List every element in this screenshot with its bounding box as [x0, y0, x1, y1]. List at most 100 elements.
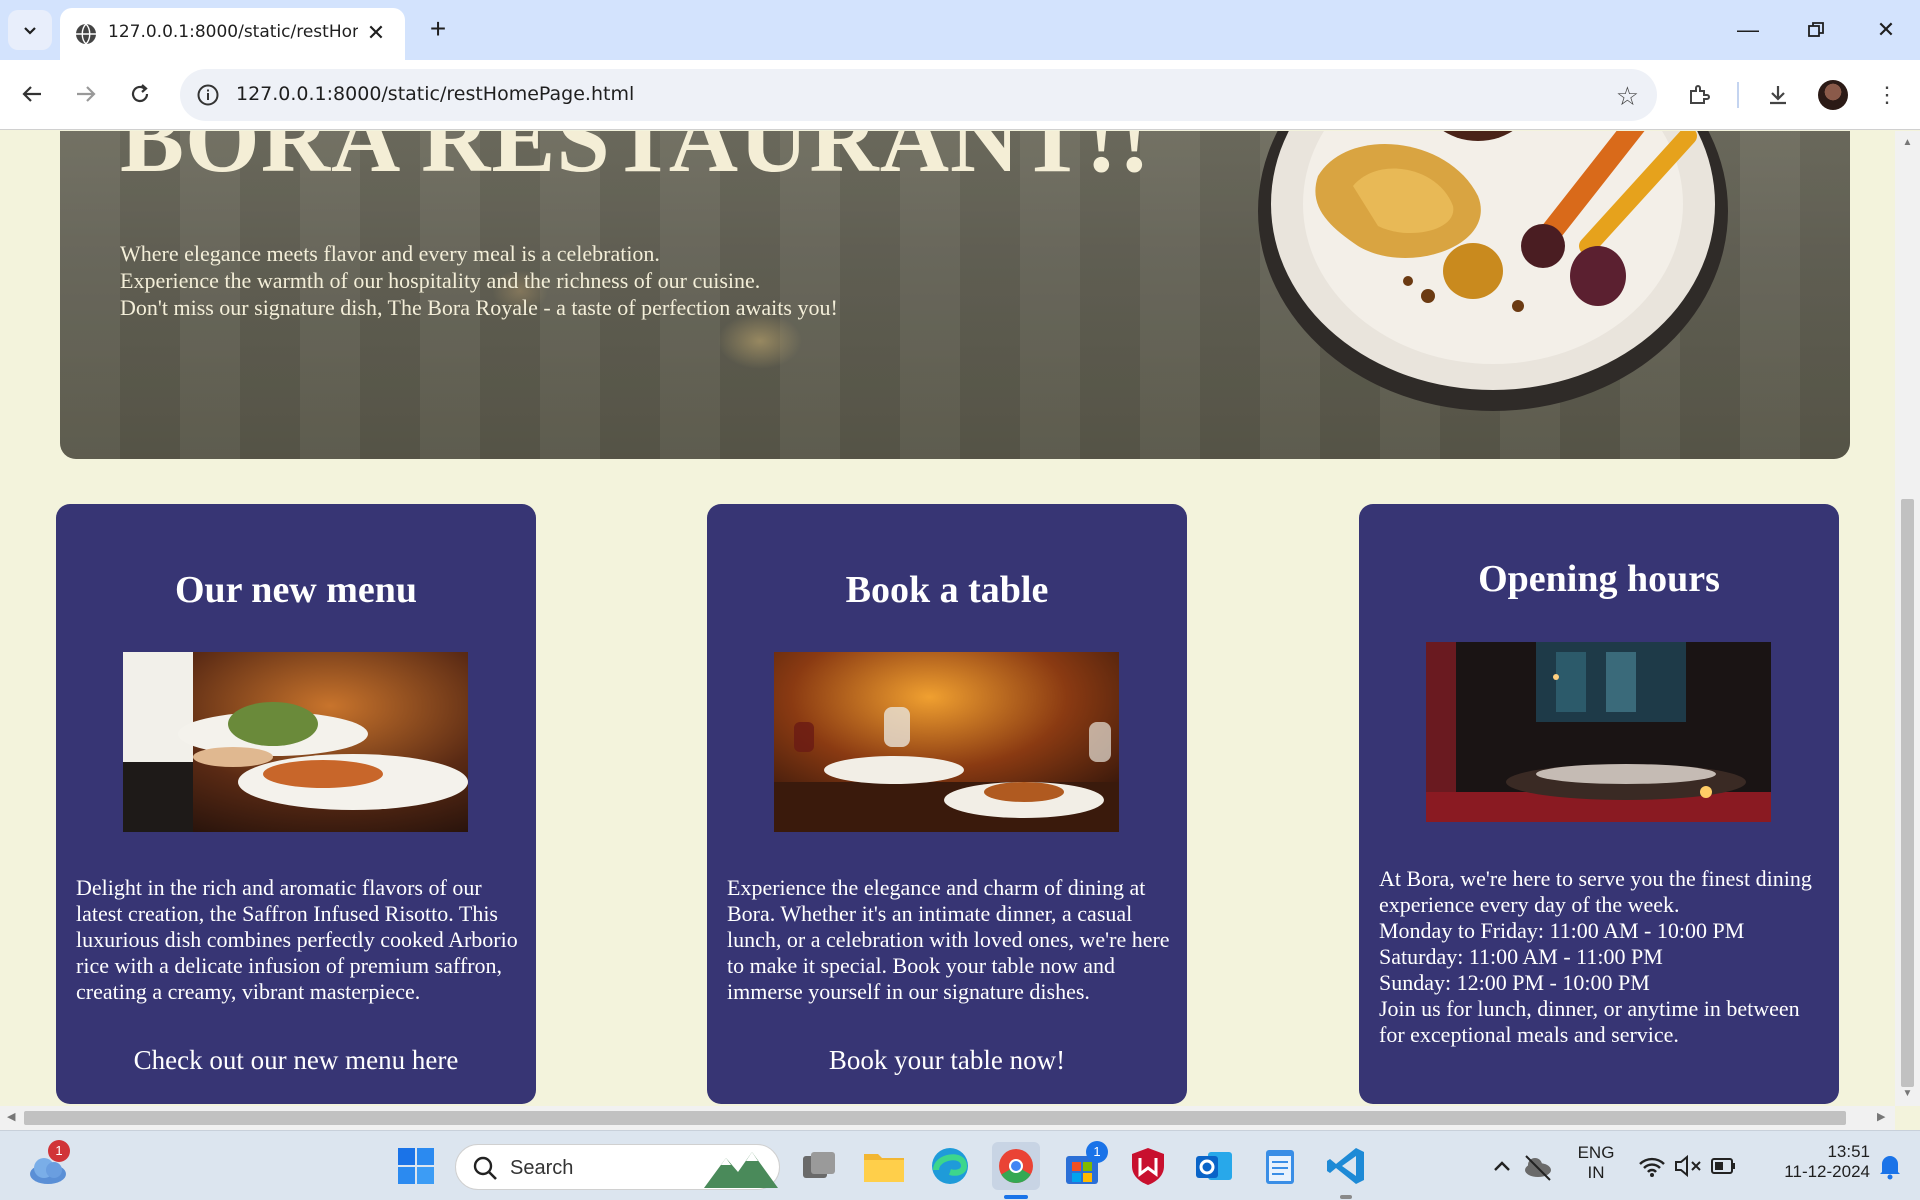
taskbar-search[interactable]: Search [455, 1144, 780, 1190]
battery-icon [1711, 1158, 1735, 1174]
card-book-table: Book a table Experience the elegance and… [707, 504, 1187, 1104]
restore-button[interactable] [1788, 8, 1844, 52]
start-button[interactable] [392, 1142, 440, 1190]
chevron-down-icon [24, 27, 36, 35]
search-icon [473, 1156, 497, 1180]
tab-title: 127.0.0.1:8000/static/restHomeP [108, 22, 358, 42]
notepad-button[interactable] [1256, 1142, 1304, 1190]
edge-button[interactable] [926, 1142, 974, 1190]
store-badge: 1 [1086, 1141, 1108, 1163]
windows-taskbar: 1 Search 1 ENG IN 13:51 11-12-2024 [0, 1130, 1920, 1200]
url-text[interactable]: 127.0.0.1:8000/static/restHomePage.html [236, 83, 634, 105]
vertical-scrollbar[interactable]: ▲ ▼ [1895, 131, 1920, 1106]
bookmark-star-icon[interactable]: ☆ [1616, 81, 1639, 112]
arrow-right-icon [77, 86, 96, 102]
reload-button[interactable] [120, 74, 160, 114]
bell-icon [1880, 1156, 1900, 1180]
minimize-button[interactable]: — [1720, 8, 1776, 52]
card-body: Experience the elegance and charm of din… [727, 875, 1170, 1004]
address-bar[interactable]: 127.0.0.1:8000/static/restHomePage.html … [180, 69, 1657, 121]
shield-icon [1132, 1148, 1164, 1185]
task-view-button[interactable] [795, 1142, 843, 1190]
new-menu-link[interactable]: Check out our new menu here [56, 1045, 536, 1076]
file-explorer-button[interactable] [860, 1142, 908, 1190]
tab-search-button[interactable] [8, 10, 52, 50]
menu-photo [123, 652, 468, 832]
chrome-menu-icon[interactable]: ⋮ [1870, 78, 1904, 112]
clock[interactable]: 13:51 11-12-2024 [1752, 1142, 1870, 1182]
download-icon [1770, 86, 1786, 105]
card-title: Book a table [845, 569, 1049, 611]
folder-icon [864, 1154, 904, 1182]
cloud-offline-icon [1525, 1155, 1551, 1181]
hours-intro: At Bora, we're here to serve you the fin… [1379, 866, 1812, 917]
reload-icon [131, 84, 149, 103]
browser-toolbar: 127.0.0.1:8000/static/restHomePage.html … [0, 60, 1920, 130]
restore-icon [1808, 22, 1824, 37]
horizontal-scroll-thumb[interactable] [24, 1111, 1846, 1125]
tagline-line-2: Experience the warmth of our hospitality… [120, 268, 761, 293]
arrow-left-icon [22, 86, 41, 102]
lang-primary: ENG [1577, 1143, 1615, 1162]
mountain-icon [704, 1152, 778, 1188]
chrome-active-indicator [1004, 1195, 1028, 1199]
scroll-down-arrow-icon[interactable]: ▼ [1895, 1088, 1920, 1099]
vscode-icon [1327, 1148, 1364, 1184]
hero-tagline: Where elegance meets flavor and every me… [120, 240, 838, 321]
weather-badge: 1 [48, 1140, 70, 1162]
book-table-link[interactable]: Book your table now! [707, 1045, 1187, 1076]
hours-saturday: Saturday: 11:00 AM - 11:00 PM [1379, 944, 1663, 969]
table-photo [774, 652, 1119, 832]
outlook-button[interactable] [1190, 1142, 1238, 1190]
hours-body: At Bora, we're here to serve you the fin… [1379, 866, 1824, 1048]
back-button[interactable] [12, 74, 52, 114]
language-indicator[interactable]: ENG IN [1576, 1143, 1616, 1183]
hours-weekdays: Monday to Friday: 11:00 AM - 10:00 PM [1379, 918, 1745, 943]
downloads-icon[interactable] [1761, 78, 1795, 112]
edge-icon [932, 1148, 968, 1184]
scroll-left-arrow-icon[interactable]: ◀ [7, 1110, 15, 1123]
lang-secondary: IN [1587, 1163, 1605, 1182]
browser-tab-active[interactable]: 127.0.0.1:8000/static/restHomeP ✕ [60, 8, 405, 60]
profile-avatar[interactable] [1818, 80, 1848, 110]
horizontal-scrollbar[interactable]: ◀ ▶ [0, 1106, 1895, 1130]
card-opening-hours: Opening hours At Bora, we're here to ser… [1359, 504, 1839, 1104]
chrome-icon [999, 1149, 1033, 1183]
page-viewport: BORA RESTAURANT!! Where elegance meets f… [0, 131, 1895, 1106]
vscode-indicator [1340, 1195, 1352, 1199]
clock-time: 13:51 [1827, 1142, 1870, 1161]
task-view-icon [803, 1152, 835, 1178]
card-title: Our new menu [174, 569, 418, 611]
card-title: Opening hours [1478, 558, 1720, 600]
chrome-button[interactable] [992, 1142, 1040, 1190]
windows-logo-icon [398, 1148, 434, 1184]
new-tab-button[interactable]: + [420, 12, 456, 48]
battery-status[interactable] [1700, 1142, 1748, 1190]
extensions-icon[interactable] [1682, 78, 1716, 112]
vscode-button[interactable] [1322, 1142, 1370, 1190]
scroll-right-arrow-icon[interactable]: ▶ [1877, 1110, 1885, 1123]
notepad-icon [1266, 1150, 1294, 1184]
forward-button[interactable] [66, 74, 106, 114]
signature-dish-image [1258, 131, 1728, 411]
dining-room-photo [1426, 642, 1771, 822]
scroll-up-arrow-icon[interactable]: ▲ [1895, 137, 1920, 148]
site-info-icon[interactable] [196, 83, 220, 107]
vertical-scroll-thumb[interactable] [1901, 499, 1914, 1087]
mcafee-button[interactable] [1124, 1142, 1172, 1190]
onedrive-status[interactable] [1514, 1142, 1562, 1190]
card-new-menu: Our new menu Delight in the rich and aro… [56, 504, 536, 1104]
globe-icon [76, 23, 96, 45]
hours-outro: Join us for lunch, dinner, or anytime in… [1379, 996, 1800, 1047]
hero-banner: BORA RESTAURANT!! Where elegance meets f… [60, 131, 1850, 459]
outlook-icon [1196, 1152, 1232, 1180]
toolbar-divider [1737, 82, 1739, 108]
browser-tab-bar: 127.0.0.1:8000/static/restHomeP ✕ + — ✕ [0, 0, 1920, 60]
tagline-line-1: Where elegance meets flavor and every me… [120, 241, 660, 266]
card-body: Delight in the rich and aromatic flavors… [76, 875, 518, 1004]
tagline-line-3: Don't miss our signature dish, The Bora … [120, 295, 838, 320]
close-window-button[interactable]: ✕ [1858, 8, 1914, 52]
notifications-button[interactable] [1866, 1142, 1914, 1190]
close-tab-icon[interactable]: ✕ [361, 18, 391, 48]
search-placeholder: Search [510, 1157, 574, 1179]
